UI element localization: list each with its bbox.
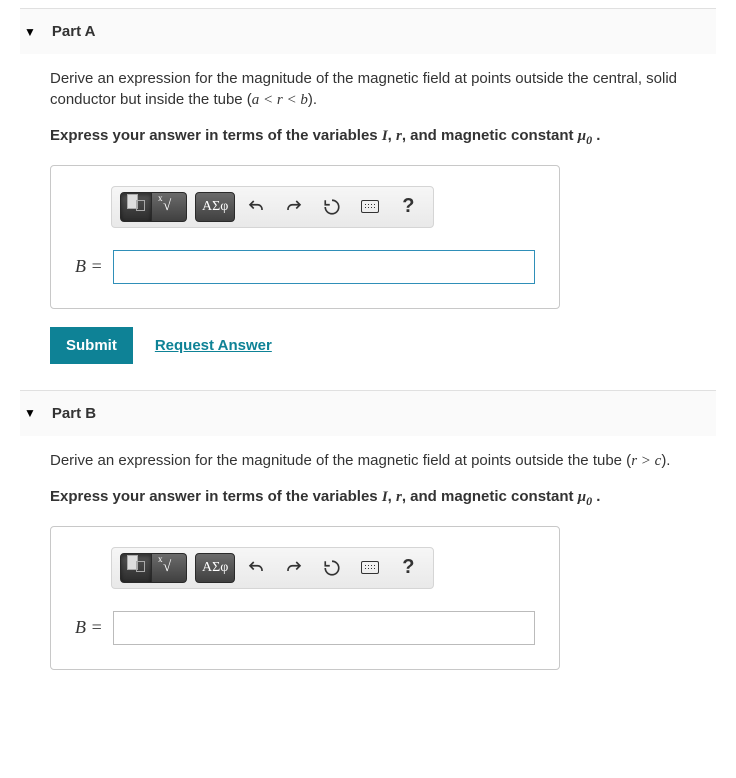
math-pad-button[interactable]: [120, 553, 152, 583]
part-a: ▼ Part A Derive an expression for the ma…: [20, 8, 716, 390]
prompt-text: Derive an expression for the magnitude o…: [50, 68, 716, 111]
keyboard-icon: [361, 200, 379, 213]
answer-variable-label: B =: [75, 256, 113, 277]
math-pad-button[interactable]: [120, 192, 152, 222]
nth-root-button[interactable]: [152, 553, 187, 583]
help-button[interactable]: ?: [393, 553, 423, 583]
answer-row: B =: [75, 611, 535, 645]
part-title: Part B: [52, 405, 96, 422]
root-icon: [158, 198, 180, 216]
reset-icon: [323, 559, 341, 577]
undo-icon: [247, 198, 265, 216]
answer-input[interactable]: [113, 250, 535, 284]
prompt-text: Derive an expression for the magnitude o…: [50, 450, 716, 472]
chevron-down-icon: ▼: [24, 406, 36, 420]
greek-symbols-button[interactable]: ΑΣφ: [195, 553, 235, 583]
answer-row: B =: [75, 250, 535, 284]
chevron-down-icon: ▼: [24, 25, 36, 39]
redo-icon: [285, 559, 303, 577]
instruction-text: Express your answer in terms of the vari…: [50, 125, 716, 149]
greek-label: ΑΣφ: [202, 560, 228, 576]
reset-button[interactable]: [317, 192, 347, 222]
submit-button[interactable]: Submit: [50, 327, 133, 364]
help-button[interactable]: ?: [393, 192, 423, 222]
root-icon: [158, 559, 180, 577]
action-row: Submit Request Answer: [50, 327, 716, 364]
part-header[interactable]: ▼ Part A: [20, 9, 716, 54]
part-body: Derive an expression for the magnitude o…: [20, 54, 716, 390]
keyboard-icon: [361, 561, 379, 574]
keyboard-button[interactable]: [355, 192, 385, 222]
instruction-text: Express your answer in terms of the vari…: [50, 486, 716, 510]
reset-button[interactable]: [317, 553, 347, 583]
answer-box: ΑΣφ ? B =: [50, 526, 560, 670]
keyboard-button[interactable]: [355, 553, 385, 583]
part-header[interactable]: ▼ Part B: [20, 391, 716, 436]
template-group: [120, 553, 187, 583]
part-b: ▼ Part B Derive an expression for the ma…: [20, 390, 716, 696]
undo-button[interactable]: [241, 553, 271, 583]
help-label: ?: [402, 556, 414, 579]
greek-label: ΑΣφ: [202, 199, 228, 215]
nth-root-button[interactable]: [152, 192, 187, 222]
redo-icon: [285, 198, 303, 216]
equation-toolbar: ΑΣφ ?: [111, 547, 434, 589]
answer-box: ΑΣφ ? B =: [50, 165, 560, 309]
greek-symbols-button[interactable]: ΑΣφ: [195, 192, 235, 222]
answer-variable-label: B =: [75, 617, 113, 638]
reset-icon: [323, 198, 341, 216]
undo-button[interactable]: [241, 192, 271, 222]
equation-toolbar: ΑΣφ ?: [111, 186, 434, 228]
part-title: Part A: [52, 23, 96, 40]
template-group: [120, 192, 187, 222]
answer-input[interactable]: [113, 611, 535, 645]
part-body: Derive an expression for the magnitude o…: [20, 436, 716, 696]
request-answer-link[interactable]: Request Answer: [155, 337, 272, 354]
help-label: ?: [402, 195, 414, 218]
undo-icon: [247, 559, 265, 577]
redo-button[interactable]: [279, 192, 309, 222]
redo-button[interactable]: [279, 553, 309, 583]
